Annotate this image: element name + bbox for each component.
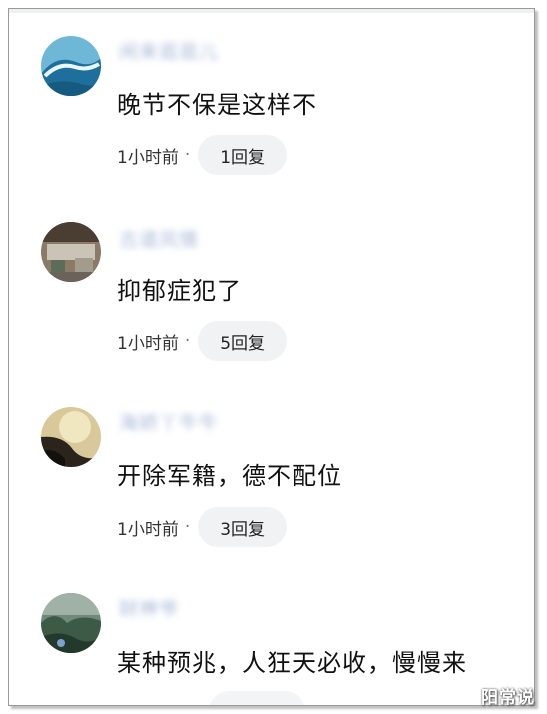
separator: ·: [184, 145, 191, 165]
avatar[interactable]: [41, 407, 101, 467]
street-scene-icon: [41, 222, 101, 282]
comment-meta: 1小时前 · 1回复: [117, 135, 288, 175]
ocean-wave-icon: [41, 36, 101, 96]
watermark: 阳常说: [481, 688, 535, 708]
comment-meta: 1小时前 · 3回复: [117, 507, 288, 547]
reply-count-button[interactable]: 1回复: [198, 135, 288, 175]
timestamp: 1小时前: [117, 519, 179, 540]
avatar[interactable]: [41, 593, 101, 653]
top-divider: [9, 9, 534, 13]
username[interactable]: 古道风情: [119, 225, 199, 252]
comment-text: 开除军籍，德不配位: [117, 462, 342, 490]
username[interactable]: 财神爷: [119, 594, 179, 621]
comment-list: 闲来逛逛儿 晚节不保是这样不 1小时前 · 1回复 古道风情 抑郁症犯了 1小时…: [8, 8, 535, 706]
comment-text: 某种预兆，人狂天必收，慢慢来: [117, 649, 467, 677]
comment-text: 晚节不保是这样不: [117, 91, 317, 119]
avatar[interactable]: [41, 36, 101, 96]
portrait-icon: [41, 407, 101, 467]
separator: ·: [184, 517, 191, 537]
username[interactable]: 闲来逛逛儿: [119, 37, 219, 64]
separator: ·: [184, 331, 191, 351]
reply-count-button[interactable]: 3回复: [198, 507, 288, 547]
comment-meta: 1小时前 · 5回复: [117, 321, 288, 361]
avatar[interactable]: [41, 222, 101, 282]
timestamp: 1小时前: [117, 147, 179, 168]
landscape-icon: [41, 593, 101, 653]
reply-count-button[interactable]: 5回复: [198, 321, 288, 361]
comment-text: 抑郁症犯了: [117, 277, 242, 305]
reply-count-button[interactable]: [209, 691, 305, 705]
timestamp: 1小时前: [117, 333, 179, 354]
username[interactable]: 海娇丫牛牛: [119, 408, 219, 435]
